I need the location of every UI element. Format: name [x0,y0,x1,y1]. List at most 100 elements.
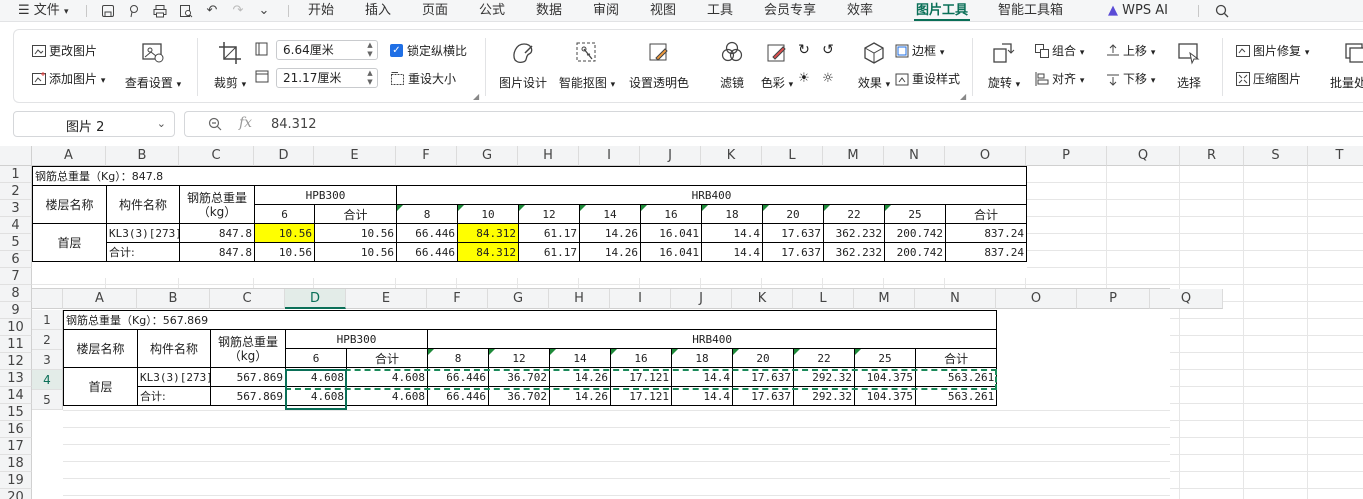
style-dialog-launcher-icon[interactable]: ◢ [960,92,966,101]
worksheet[interactable]: ABCDEFGHIJKLMNOPQRST 1 2 3 4 5 6 7 8 9 10 11 12 13 14… [0,146,1363,499]
group-button[interactable]: 组合 ▾ [1034,41,1084,61]
row-header-10[interactable]: 10 [0,319,32,336]
column-header-T[interactable]: T [1308,146,1363,166]
change-picture-button[interactable]: 更改图片 [31,41,97,61]
width-stepper[interactable]: ▲ ▼ [365,41,375,59]
row-header-16[interactable]: 16 [0,421,32,438]
more-chevron-icon[interactable]: ⌄ [256,3,272,19]
row-header-12[interactable]: 12 [0,353,32,370]
row-header-8[interactable]: 8 [0,285,32,302]
row-header-11[interactable]: 11 [0,336,32,353]
contrast-decrease-icon[interactable]: ☼ [818,69,838,89]
pen-icon[interactable] [126,3,142,19]
set-transparent-button[interactable]: 设置透明色 [629,40,689,91]
tab-tools[interactable]: 工具 [707,3,733,19]
tab-smart-toolbox[interactable]: 智能工具箱 [998,3,1063,19]
tab-picture-tools[interactable]: 图片工具 [916,3,968,19]
print-preview-icon[interactable] [178,3,194,19]
column-header-B[interactable]: B [106,146,179,166]
fx-icon[interactable]: fx [239,115,252,131]
column-header-Q[interactable]: Q [1107,146,1180,166]
search-icon[interactable] [1214,3,1230,19]
select-all-corner[interactable] [0,146,32,166]
column-header-R[interactable]: R [1180,146,1244,166]
tab-home[interactable]: 开始 [308,3,334,19]
tab-insert[interactable]: 插入 [365,3,391,19]
row-header-15[interactable]: 15 [0,404,32,421]
column-header-O[interactable]: O [945,146,1026,166]
column-header-C[interactable]: C [179,146,254,166]
height-stepper[interactable]: ▲ ▼ [365,69,375,87]
row-header-17[interactable]: 17 [0,438,32,455]
column-header-A[interactable]: A [32,146,106,166]
row-header-2[interactable]: 2 [0,183,32,200]
column-header-G[interactable]: G [457,146,518,166]
width-field[interactable]: 6.64厘米 ▲ ▼ [276,40,378,60]
tab-page[interactable]: 页面 [422,3,448,19]
crop-button[interactable]: 裁剪 ▾ [200,40,260,91]
tab-data[interactable]: 数据 [536,3,562,19]
border-button[interactable]: 边框 ▾ [894,41,944,61]
brightness-increase-icon[interactable]: ↻ [794,40,814,60]
zoom-icon[interactable] [207,116,223,132]
undo-icon[interactable]: ↶ [204,3,220,19]
tab-wps-ai[interactable]: ▲ WPS AI [1108,3,1168,19]
redo-icon[interactable]: ↷ [230,3,246,19]
name-box[interactable]: 图片 2 ⌄ [13,111,175,137]
row-header-14[interactable]: 14 [0,387,32,404]
row-header-3[interactable]: 3 [0,200,32,217]
smart-cutout-button[interactable]: 智能抠图 ▾ [557,40,617,91]
batch-button[interactable]: 批量处 [1330,40,1363,91]
add-picture-button[interactable]: 添加图片 ▾ [31,69,105,89]
picture-repair-button[interactable]: 图片修复 ▾ [1235,41,1309,61]
row-header-20[interactable]: 20 [0,489,32,499]
column-header-E[interactable]: E [314,146,396,166]
column-header-D[interactable]: D [254,146,314,166]
row-header-6[interactable]: 6 [0,251,32,268]
column-header-F[interactable]: F [396,146,457,166]
column-header-J[interactable]: J [640,146,701,166]
tab-formula[interactable]: 公式 [479,3,505,19]
print-icon[interactable] [152,3,168,19]
column-header-N[interactable]: N [884,146,945,166]
height-field[interactable]: 21.17厘米 ▲ ▼ [276,68,378,88]
picture-1[interactable]: 钢筋总重量（Kg）：847.8 楼层名称 构件名称 钢筋总重量（kg） HPB3… [31,166,1028,278]
tab-efficiency[interactable]: 效率 [847,3,873,19]
reset-style-button[interactable]: 重设样式 [894,69,960,89]
picture-design-button[interactable]: 图片设计 [493,40,553,91]
column-header-H[interactable]: H [518,146,579,166]
formula-bar[interactable]: fx 84.312 [184,111,1363,137]
brightness-decrease-icon[interactable]: ↺ [818,40,838,60]
row-header-7[interactable]: 7 [0,268,32,285]
tab-member[interactable]: 会员专享 [764,3,816,19]
size-dialog-launcher-icon[interactable]: ◢ [473,92,479,101]
picture-2[interactable]: ABCDEFGHIJKLMNOPQ 12345 钢筋总重量（Kg）：567.86… [32,288,1223,499]
row-header-4[interactable]: 4 [0,217,32,234]
rotate-button[interactable]: 旋转 ▾ [976,40,1032,91]
row-header-5[interactable]: 5 [0,234,32,251]
column-header-M[interactable]: M [823,146,884,166]
send-backward-button[interactable]: 下移 ▾ [1105,69,1155,89]
column-header-K[interactable]: K [701,146,762,166]
row-header-18[interactable]: 18 [0,455,32,472]
save-icon[interactable] [100,3,116,19]
align-button[interactable]: 对齐 ▾ [1034,69,1084,89]
row-header-19[interactable]: 19 [0,472,32,489]
tab-review[interactable]: 审阅 [593,3,619,19]
column-header-P[interactable]: P [1026,146,1107,166]
column-header-S[interactable]: S [1244,146,1308,166]
row-header-13[interactable]: 13 [0,370,32,387]
reset-size-button[interactable]: 重设大小 [390,69,456,89]
compress-picture-button[interactable]: 压缩图片 [1235,69,1301,89]
contrast-increase-icon[interactable]: ☀ [794,69,814,89]
bring-forward-button[interactable]: 上移 ▾ [1105,41,1155,61]
select-button[interactable]: 选择 [1161,40,1217,91]
column-header-I[interactable]: I [579,146,640,166]
lock-ratio-checkbox[interactable]: ✓ 锁定纵横比 [390,41,467,61]
row-header-1[interactable]: 1 [0,166,32,183]
file-menu[interactable]: ☰ 文件 ▾ [18,3,68,19]
view-settings-button[interactable]: 查看设置 ▾ [123,40,183,91]
tab-view[interactable]: 视图 [650,3,676,19]
row-header-9[interactable]: 9 [0,302,32,319]
column-header-L[interactable]: L [762,146,823,166]
